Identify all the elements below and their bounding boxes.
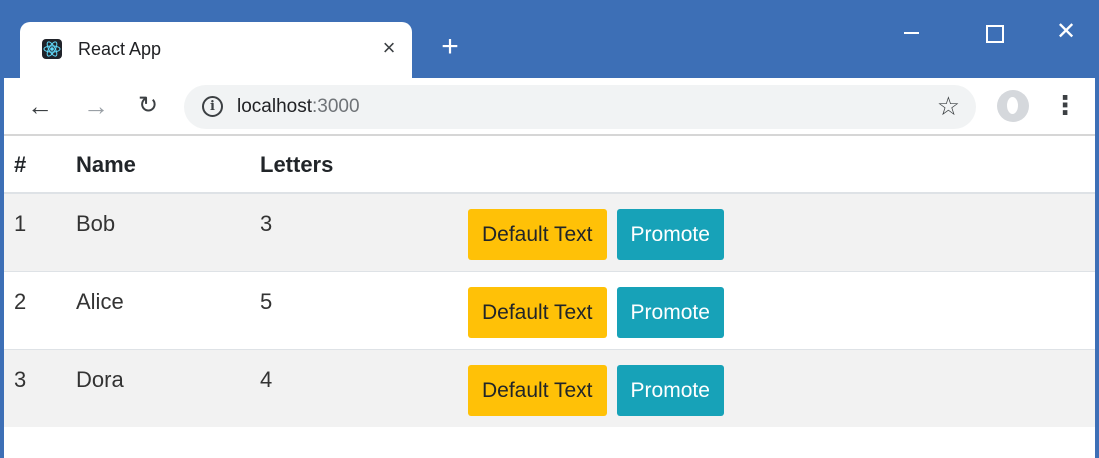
cell-letters: 5 <box>260 288 273 314</box>
default-text-button[interactable]: Default Text <box>468 286 607 338</box>
default-text-button[interactable]: Default Text <box>468 364 607 416</box>
address-bar[interactable]: i localhost:3000 ☆ <box>184 85 976 129</box>
cell-letters: 4 <box>260 366 273 392</box>
browser-tab[interactable]: React App × <box>20 22 412 78</box>
reload-icon[interactable]: ↻ <box>132 90 164 122</box>
url-port: :3000 <box>312 96 360 117</box>
cell-index: 1 <box>14 211 27 236</box>
react-logo-icon <box>42 39 62 59</box>
header-actions <box>468 138 1095 193</box>
header-name: Name <box>76 152 136 177</box>
profile-avatar-icon[interactable] <box>997 90 1029 122</box>
maximize-button[interactable] <box>979 21 1007 45</box>
people-table: # Name Letters 1 Bob 3 Default Text Promo… <box>4 138 1095 427</box>
cell-index: 2 <box>14 288 27 314</box>
browser-toolbar: ← → ↻ i localhost:3000 ☆ ⋮ <box>4 78 1095 136</box>
arrow-right-icon[interactable]: → <box>80 90 112 122</box>
header-index: # <box>14 152 27 177</box>
cell-name: Alice <box>76 288 124 314</box>
promote-button[interactable]: Promote <box>616 286 724 338</box>
cell-actions: Default Text Promote <box>468 193 1095 271</box>
title-bar: React App × + ✕ <box>4 0 1095 78</box>
cell-letters: 3 <box>260 211 273 236</box>
url-host: localhost <box>237 96 312 117</box>
table-row: 2 Alice 5 Default Text Promote <box>4 271 1095 349</box>
cell-name: Bob <box>76 211 116 236</box>
promote-button[interactable]: Promote <box>616 364 724 416</box>
table-header-row: # Name Letters <box>4 138 1095 193</box>
tab-title: React App <box>78 39 162 59</box>
minimize-button[interactable] <box>897 22 925 42</box>
default-text-button[interactable]: Default Text <box>468 209 607 260</box>
cell-actions: Default Text Promote <box>468 271 1095 349</box>
tab-close-icon[interactable]: × <box>376 35 402 61</box>
browser-window: React App × + ✕ ← → ↻ i localhost:3000 ☆… <box>0 0 1099 458</box>
new-tab-button[interactable]: + <box>435 32 465 62</box>
info-icon[interactable]: i <box>202 96 223 117</box>
promote-button[interactable]: Promote <box>616 209 724 260</box>
cell-index: 3 <box>14 366 27 392</box>
table-row: 1 Bob 3 Default Text Promote <box>4 193 1095 271</box>
star-icon[interactable]: ☆ <box>937 90 960 122</box>
header-letters: Letters <box>260 152 334 177</box>
url-text[interactable]: localhost:3000 <box>237 96 360 118</box>
kebab-menu-icon[interactable]: ⋮ <box>1052 90 1078 122</box>
window-close-button[interactable]: ✕ <box>1052 18 1080 46</box>
arrow-left-icon[interactable]: ← <box>24 90 56 122</box>
page-content: # Name Letters 1 Bob 3 Default Text Promo… <box>4 138 1095 427</box>
table-row: 3 Dora 4 Default Text Promote <box>4 349 1095 427</box>
cell-name: Dora <box>76 366 124 392</box>
cell-actions: Default Text Promote <box>468 349 1095 427</box>
